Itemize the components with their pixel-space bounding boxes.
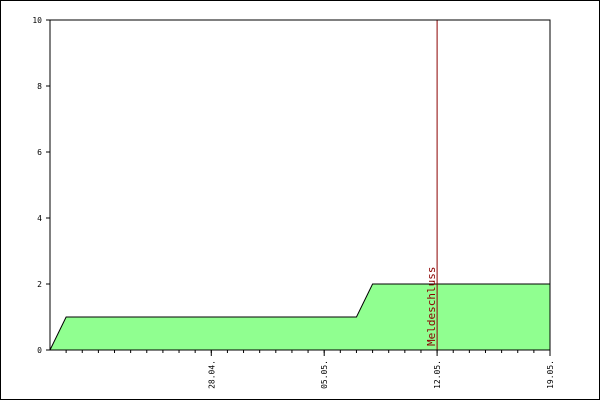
y-tick-label: 10 bbox=[32, 16, 42, 25]
y-tick-label: 2 bbox=[37, 280, 42, 289]
chart-plot: Meldeschluss 0 2 4 6 8 10 28.04. 05.05. 12.05. 19… bbox=[32, 16, 555, 389]
x-tick-label: 05.05. bbox=[320, 360, 329, 389]
area-layer bbox=[49, 283, 550, 351]
y-tick-label: 6 bbox=[37, 148, 42, 157]
y-tick-label: 4 bbox=[37, 214, 42, 223]
x-tick-label: 19.05. bbox=[546, 360, 555, 389]
x-tick-label: 12.05. bbox=[433, 360, 442, 389]
y-tick-label: 8 bbox=[37, 82, 42, 91]
x-tick-label: 28.04. bbox=[207, 360, 216, 389]
y-tick-label: 0 bbox=[37, 346, 42, 355]
marker-layer: Meldeschluss bbox=[425, 20, 438, 350]
deadline-label: Meldeschluss bbox=[425, 267, 438, 346]
